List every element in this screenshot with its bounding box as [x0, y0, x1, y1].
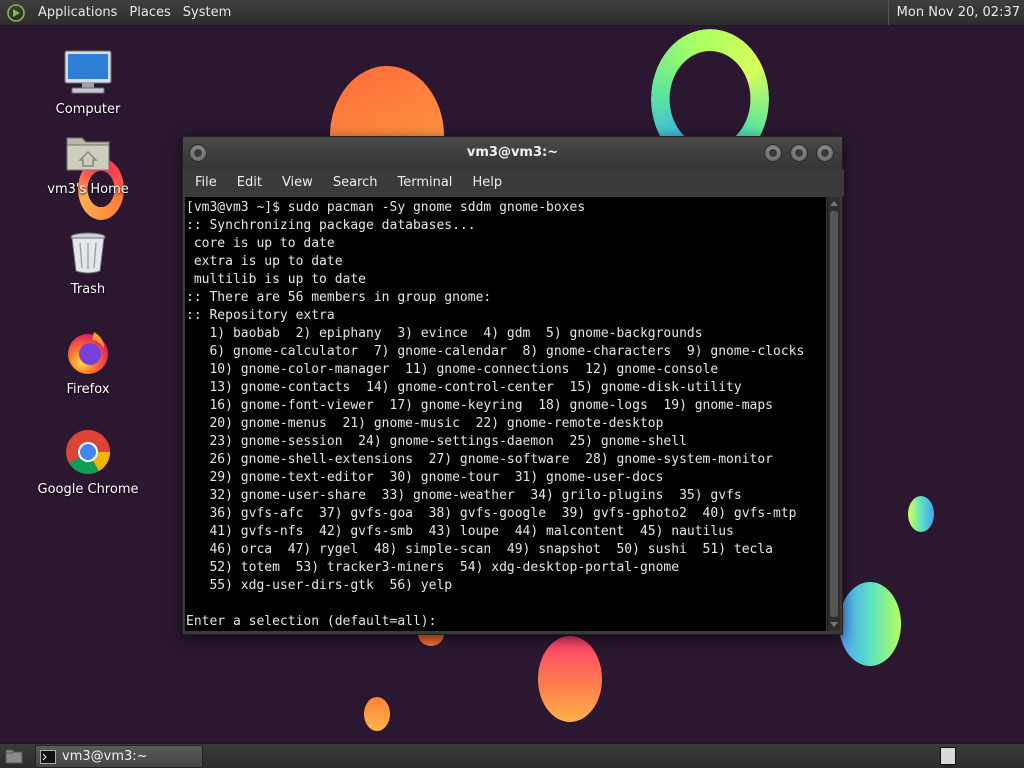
scroll-down-arrow-icon[interactable]: [830, 622, 838, 627]
taskbar-item-label: vm3@vm3:~: [62, 749, 148, 764]
menu-edit[interactable]: Edit: [227, 169, 272, 196]
minimize-button[interactable]: [764, 144, 782, 162]
desktop-icon-label: Computer: [55, 102, 121, 117]
desktop-icon-label: vm3's Home: [47, 182, 129, 197]
wallpaper-shape: [908, 496, 934, 532]
desktop: Applications Places System Mon Nov 20, 0…: [0, 0, 1024, 768]
places-menu[interactable]: Places: [123, 0, 176, 25]
wallpaper-shape: [364, 697, 390, 731]
window-titlebar[interactable]: vm3@vm3:~: [183, 137, 842, 169]
terminal-icon: [40, 749, 56, 764]
terminal-menubar: File Edit View Search Terminal Help: [183, 169, 844, 196]
menu-file[interactable]: File: [185, 169, 227, 196]
menu-search[interactable]: Search: [323, 169, 388, 196]
computer-icon: [60, 44, 116, 100]
maximize-button[interactable]: [790, 144, 808, 162]
show-desktop-icon[interactable]: [3, 746, 25, 768]
bottom-panel: vm3@vm3:~: [0, 743, 1024, 768]
terminal-window[interactable]: vm3@vm3:~ File Edit View Search Terminal…: [182, 136, 844, 635]
scrollbar-thumb[interactable]: [830, 211, 838, 617]
distro-logo-icon[interactable]: [6, 3, 26, 23]
terminal-text: [vm3@vm3 ~]$ sudo pacman -Sy gnome sddm …: [186, 200, 805, 629]
top-panel: Applications Places System Mon Nov 20, 0…: [0, 0, 1024, 26]
window-title: vm3@vm3:~: [466, 145, 559, 160]
clock[interactable]: Mon Nov 20, 02:37: [887, 0, 1024, 25]
menu-view[interactable]: View: [272, 169, 323, 196]
terminal-output[interactable]: [vm3@vm3 ~]$ sudo pacman -Sy gnome sddm …: [185, 197, 826, 631]
desktop-icon-label: Firefox: [66, 382, 110, 397]
menu-help[interactable]: Help: [462, 169, 512, 196]
desktop-icon-computer[interactable]: Computer: [33, 44, 143, 117]
taskbar-item-terminal[interactable]: vm3@vm3:~: [35, 745, 203, 768]
desktop-icon-chrome[interactable]: Google Chrome: [33, 424, 143, 497]
desktop-icon-label: Google Chrome: [37, 482, 139, 497]
menu-terminal[interactable]: Terminal: [387, 169, 462, 196]
wallpaper-shape: [839, 582, 901, 666]
trash-icon: [60, 224, 116, 280]
desktop-icon-trash[interactable]: Trash: [33, 224, 143, 297]
system-menu[interactable]: System: [177, 0, 237, 25]
firefox-icon: [60, 324, 116, 380]
chrome-icon: [60, 424, 116, 480]
window-menu-button[interactable]: [189, 144, 207, 162]
close-button[interactable]: [816, 144, 834, 162]
workspace-switcher[interactable]: [940, 747, 956, 765]
desktop-icon-firefox[interactable]: Firefox: [33, 324, 143, 397]
applications-menu[interactable]: Applications: [32, 0, 123, 25]
desktop-icon-home[interactable]: vm3's Home: [33, 124, 143, 197]
wallpaper-shape: [538, 636, 602, 722]
scroll-up-arrow-icon[interactable]: [830, 201, 838, 206]
desktop-icon-label: Trash: [70, 282, 106, 297]
home-folder-icon: [60, 124, 116, 180]
terminal-scrollbar[interactable]: [827, 197, 840, 631]
